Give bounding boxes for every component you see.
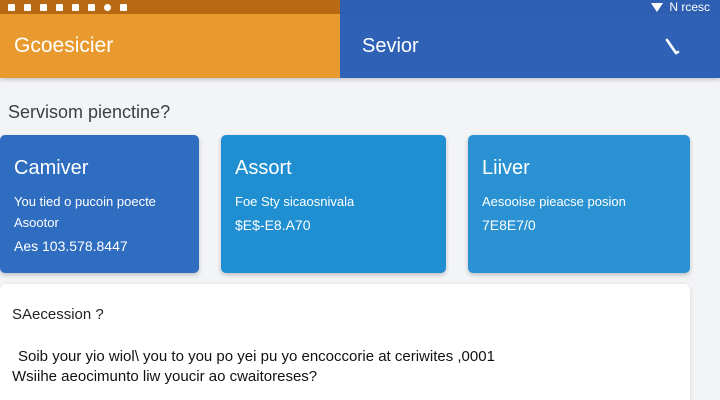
app-subtitle: Sevior [362,34,419,57]
card-description: You tied o pucoin poecte [14,194,156,209]
info-panel: SAecession ? Soib your yio wiol\ you to … [0,284,690,400]
card-description: Asootor [14,215,59,230]
page-question: Servisom pienctine? [8,102,171,122]
alarm-icon [104,3,111,11]
notification-icon [72,3,79,11]
app-title: Gcoesicier [14,34,114,57]
signal-icon [651,2,664,12]
notification-icon [24,3,31,11]
card-title: Camiver [14,157,89,179]
app-bar-right: Sevior [340,14,720,78]
service-card-liiver[interactable]: Liiver Aesooise pieacse posion 7E8E7/0 [468,135,690,273]
card-title: Liiver [482,157,530,179]
status-bar-left [0,0,340,14]
app-bar: Gcoesicier Sevior [0,14,720,78]
panel-title: SAecession ? [12,306,104,323]
service-card-camiver[interactable]: Camiver You tied o pucoin poecte Asootor… [0,135,199,273]
status-bar: N rcesc [0,0,720,14]
card-value: $E$-E8.A70 [235,217,311,233]
service-card-assort[interactable]: Assort Foe Sty sicaosnivala $E$-E8.A70 [221,135,446,273]
notification-icon [120,3,127,11]
card-title: Assort [235,157,292,179]
card-description: Aesooise pieacse posion [482,194,626,209]
panel-text: Soib your yio wiol\ you to you po yei pu… [18,348,495,365]
notification-icon [56,3,63,11]
card-value: 7E8E7/0 [482,217,536,233]
status-text: N rcesc [669,0,710,14]
notification-icon [40,3,47,11]
notification-icon [88,3,95,11]
panel-text: Wsiihe aeocimunto liw youcir ao cwaitore… [12,368,318,385]
card-value: Aes 103.578.8447 [14,238,128,254]
app-bar-left: Gcoesicier [0,14,340,78]
status-bar-right: N rcesc [340,0,720,14]
notification-icon [8,3,15,11]
edit-icon[interactable] [664,38,680,56]
card-description: Foe Sty sicaosnivala [235,194,355,209]
